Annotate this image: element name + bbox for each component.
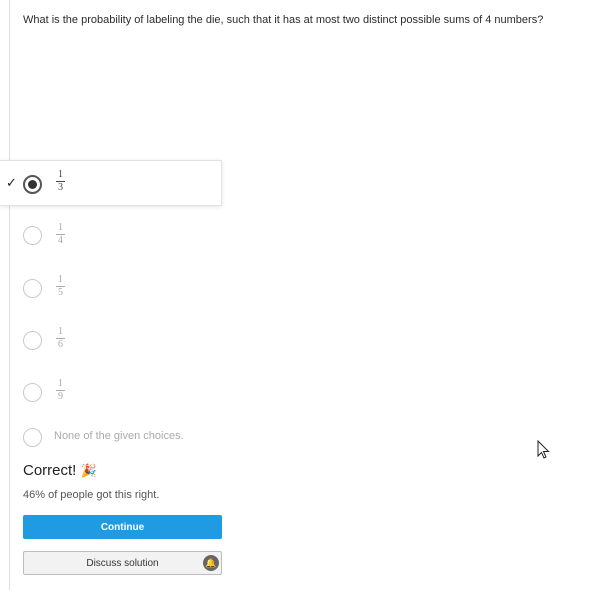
choice-label-none: None of the given choices. [54,430,184,442]
choice-option-2[interactable]: 1 4 [0,213,222,259]
choice-option-6[interactable]: None of the given choices. [0,418,222,464]
continue-button[interactable]: Continue [23,515,222,539]
fraction-numerator: 1 [58,274,63,285]
radio-button-selected[interactable] [23,175,42,194]
bell-icon: 🔔 [203,555,219,571]
question-text: What is the probability of labeling the … [23,14,544,26]
fraction-denominator: 3 [58,182,63,193]
radio-button[interactable] [23,331,42,350]
radio-button[interactable] [23,279,42,298]
correct-text: Correct! [23,462,77,479]
fraction-numerator: 1 [58,326,63,337]
radio-button[interactable] [23,383,42,402]
stats-text: 46% of people got this right. [23,489,160,501]
fraction-numerator: 1 [58,378,63,389]
choice-option-4[interactable]: 1 6 [0,318,222,364]
fraction-denominator: 6 [58,339,63,350]
party-popper-icon: 🎉 [80,463,97,478]
fraction-denominator: 9 [58,391,63,402]
choice-option-1[interactable]: ✓ 1 3 [0,160,222,206]
radio-button[interactable] [23,428,42,447]
mouse-cursor-icon [537,440,550,459]
discuss-solution-button[interactable]: Discuss solution 🔔 [23,551,222,575]
correct-message: Correct! 🎉 [23,462,97,479]
choice-option-3[interactable]: 1 5 [0,266,222,312]
discuss-solution-label: Discuss solution [86,557,159,569]
fraction-numerator: 1 [58,222,63,233]
checkmark-icon: ✓ [6,175,17,190]
fraction-option-4: 1 6 [56,327,65,350]
choice-option-5[interactable]: 1 9 [0,370,222,416]
fraction-option-5: 1 9 [56,379,65,402]
fraction-option-2: 1 4 [56,223,65,246]
fraction-numerator: 1 [58,169,63,180]
fraction-denominator: 4 [58,235,63,246]
fraction-option-1: 1 3 [56,170,65,193]
fraction-option-3: 1 5 [56,275,65,298]
radio-button[interactable] [23,226,42,245]
fraction-denominator: 5 [58,287,63,298]
